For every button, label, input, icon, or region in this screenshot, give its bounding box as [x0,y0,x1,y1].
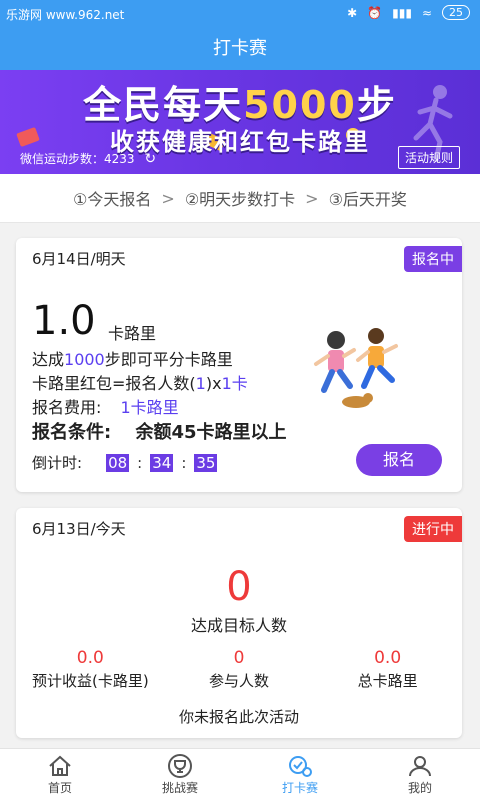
rules-button[interactable]: 活动规则 [397,146,460,169]
stat-total-calories: 0.0 总卡路里 [318,648,458,691]
signal-icon: ▮▮▮ [392,5,412,20]
tab-label: 挑战赛 [161,781,198,795]
process-step-1: ①今天报名 [73,190,152,209]
countdown-hours: 08 [106,453,130,472]
rule-pre: 达成 [32,350,65,369]
prize-unit: 卡路里 [108,324,157,343]
chevron-right-icon: > [161,188,175,208]
process-steps: ①今天报名 > ②明天步数打卡 > ③后天开奖 [0,174,480,223]
contest-date: 6月13日/今天 [32,520,126,538]
fee-label: 报名费用: [32,398,102,417]
process-step-2: ②明天步数打卡 [184,190,296,209]
stat-value: 0 [233,648,245,668]
tab-checkin[interactable]: 打卡赛 [240,749,360,801]
banner-headline: 全民每天5000步 [0,74,480,129]
battery-indicator: 25 [442,5,470,20]
stat-participants: 0 参与人数 [169,648,309,691]
trophy-icon [120,753,240,779]
wechat-steps: 微信运动步数：4233 ↻ [20,150,156,167]
countdown-minutes: 34 [150,453,174,472]
condition-row: 报名条件: 余额45卡路里以上 [32,418,287,444]
condition-value: 余额45卡路里以上 [135,422,287,443]
tab-home[interactable]: 首页 [0,749,120,801]
redpacket-count: 1 [195,374,206,393]
fee-value: 1卡路里 [120,398,179,417]
stat-expected-earnings: 0.0 预计收益(卡路里) [20,648,160,691]
condition-label: 报名条件: [32,422,112,443]
stat-label: 参与人数 [208,672,269,690]
tab-label: 打卡赛 [281,781,318,795]
promo-banner[interactable]: 全民每天5000步 收获健康和红包卡路里 微信运动步数：4233 ↻ 活动规则 [0,70,480,174]
redpacket-fee: 1卡 [221,374,248,393]
checkin-icon [240,753,360,779]
watermark: 乐游网 www.962.net [6,8,125,22]
status-bar: 乐游网 www.962.net ✱ ⏰ ▮▮▮ ≈ 25 [0,0,480,28]
tab-label: 首页 [47,781,72,795]
headline-text: 全民每天 [83,83,244,127]
page-title: 打卡赛 [0,28,480,70]
achievers-count: 0 [226,564,252,610]
headline-suffix: 步 [356,83,397,127]
wifi-icon: ≈ [421,5,432,20]
alarm-icon: ⏰ [367,5,383,20]
user-icon [360,753,480,779]
headline-highlight: 5000 [243,83,357,127]
status-badge: 进行中 [404,516,462,542]
wechat-steps-text: 微信运动步数：4233 [20,152,135,166]
process-step-3: ③后天开奖 [328,190,407,209]
status-badge: 报名中 [404,246,462,272]
countdown-separator: : [181,453,187,472]
stat-label: 预计收益(卡路里) [31,672,149,690]
contest-card-upcoming: 6月14日/明天 报名中 1.0 卡路里 达成1000步即可平分卡路里 卡路里红… [16,238,462,492]
stats-row: 0.0 预计收益(卡路里) 0 参与人数 0.0 总卡路里 [16,648,462,691]
achievers-label: 达成目标人数 [190,616,287,635]
home-icon [0,753,120,779]
refresh-icon[interactable]: ↻ [144,151,156,167]
status-icons: ✱ ⏰ ▮▮▮ ≈ 25 [347,5,470,20]
tab-label: 我的 [407,781,432,795]
tab-challenge[interactable]: 挑战赛 [120,749,240,801]
prize-amount: 1.0 [32,298,96,344]
not-joined-note: 你未报名此次活动 [178,708,299,726]
bottom-tab-bar: 首页 挑战赛 打卡赛 我的 [0,748,480,801]
stat-value: 0.0 [76,648,104,668]
countdown-separator: : [137,453,143,472]
rule-text: 达成1000步即可平分卡路里 [32,346,233,370]
countdown-label: 倒计时: [32,454,83,472]
redpacket-pre: 卡路里红包=报名人数( [32,374,196,393]
tab-mine[interactable]: 我的 [360,749,480,801]
signup-button[interactable]: 报名 [356,444,442,476]
fee-row: 报名费用: 1卡路里 [32,394,179,418]
redpacket-mid: )x [205,374,222,393]
redpacket-formula: 卡路里红包=报名人数(1)x1卡 [32,370,248,394]
bluetooth-icon: ✱ [347,5,358,20]
rule-steps: 1000 [64,350,105,369]
countdown: 倒计时: 08 : 34 : 35 [32,452,218,473]
chevron-right-icon: > [305,188,319,208]
runners-illustration-icon [314,328,398,408]
stat-value: 0.0 [374,648,402,668]
stat-label: 总卡路里 [357,672,418,690]
rule-post: 步即可平分卡路里 [104,350,233,369]
contest-card-ongoing: 6月13日/今天 进行中 0 达成目标人数 0.0 预计收益(卡路里) 0 参与… [16,508,462,738]
contest-date: 6月14日/明天 [32,250,126,268]
countdown-seconds: 35 [194,453,218,472]
